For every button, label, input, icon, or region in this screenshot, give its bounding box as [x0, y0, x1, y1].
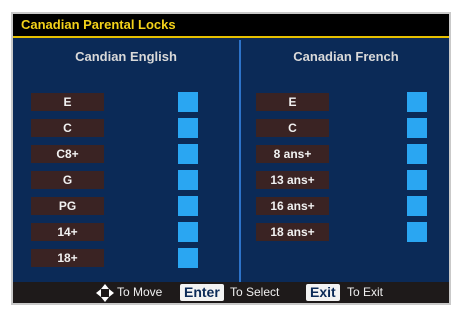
exit-key-badge: Exit [306, 284, 340, 301]
english-rating-18[interactable]: 18+ [31, 249, 104, 267]
french-lock-checkbox-18ans[interactable] [407, 222, 427, 242]
english-rating-pg[interactable]: PG [31, 197, 104, 215]
parental-locks-screen: Canadian Parental Locks Candian English … [11, 12, 451, 305]
select-hint: To Select [230, 285, 280, 299]
french-rating-c[interactable]: C [256, 119, 329, 137]
column-divider [239, 40, 241, 284]
english-rating-e[interactable]: E [31, 93, 104, 111]
english-lock-checkbox-pg[interactable] [178, 196, 198, 216]
french-rating-18ans[interactable]: 18 ans+ [256, 223, 329, 241]
french-lock-checkbox-16ans[interactable] [407, 196, 427, 216]
english-lock-checkbox-14[interactable] [178, 222, 198, 242]
french-rating-16ans[interactable]: 16 ans+ [256, 197, 329, 215]
enter-key-badge: Enter [180, 284, 224, 301]
exit-hint: To Exit [347, 285, 384, 299]
english-rating-c8[interactable]: C8+ [31, 145, 104, 163]
french-column-heading: Canadian French [293, 49, 399, 64]
footer-help-bar: To Move Enter To Select Exit To Exit [13, 282, 449, 303]
english-lock-checkbox-c8[interactable] [178, 144, 198, 164]
english-lock-checkbox-g[interactable] [178, 170, 198, 190]
english-rating-g[interactable]: G [31, 171, 104, 189]
french-rating-13ans[interactable]: 13 ans+ [256, 171, 329, 189]
screen-title: Canadian Parental Locks [21, 17, 176, 32]
french-rating-8ans[interactable]: 8 ans+ [256, 145, 329, 163]
directional-arrows-icon [96, 284, 114, 302]
english-column-heading: Candian English [75, 49, 177, 64]
english-rating-c[interactable]: C [31, 119, 104, 137]
english-lock-checkbox-18[interactable] [178, 248, 198, 268]
english-lock-checkbox-c[interactable] [178, 118, 198, 138]
french-lock-checkbox-8ans[interactable] [407, 144, 427, 164]
english-lock-checkbox-e[interactable] [178, 92, 198, 112]
french-lock-checkbox-c[interactable] [407, 118, 427, 138]
french-rating-e[interactable]: E [256, 93, 329, 111]
french-lock-checkbox-13ans[interactable] [407, 170, 427, 190]
english-rating-14[interactable]: 14+ [31, 223, 104, 241]
title-bar: Canadian Parental Locks [13, 14, 449, 38]
move-hint: To Move [117, 285, 163, 299]
french-lock-checkbox-e[interactable] [407, 92, 427, 112]
